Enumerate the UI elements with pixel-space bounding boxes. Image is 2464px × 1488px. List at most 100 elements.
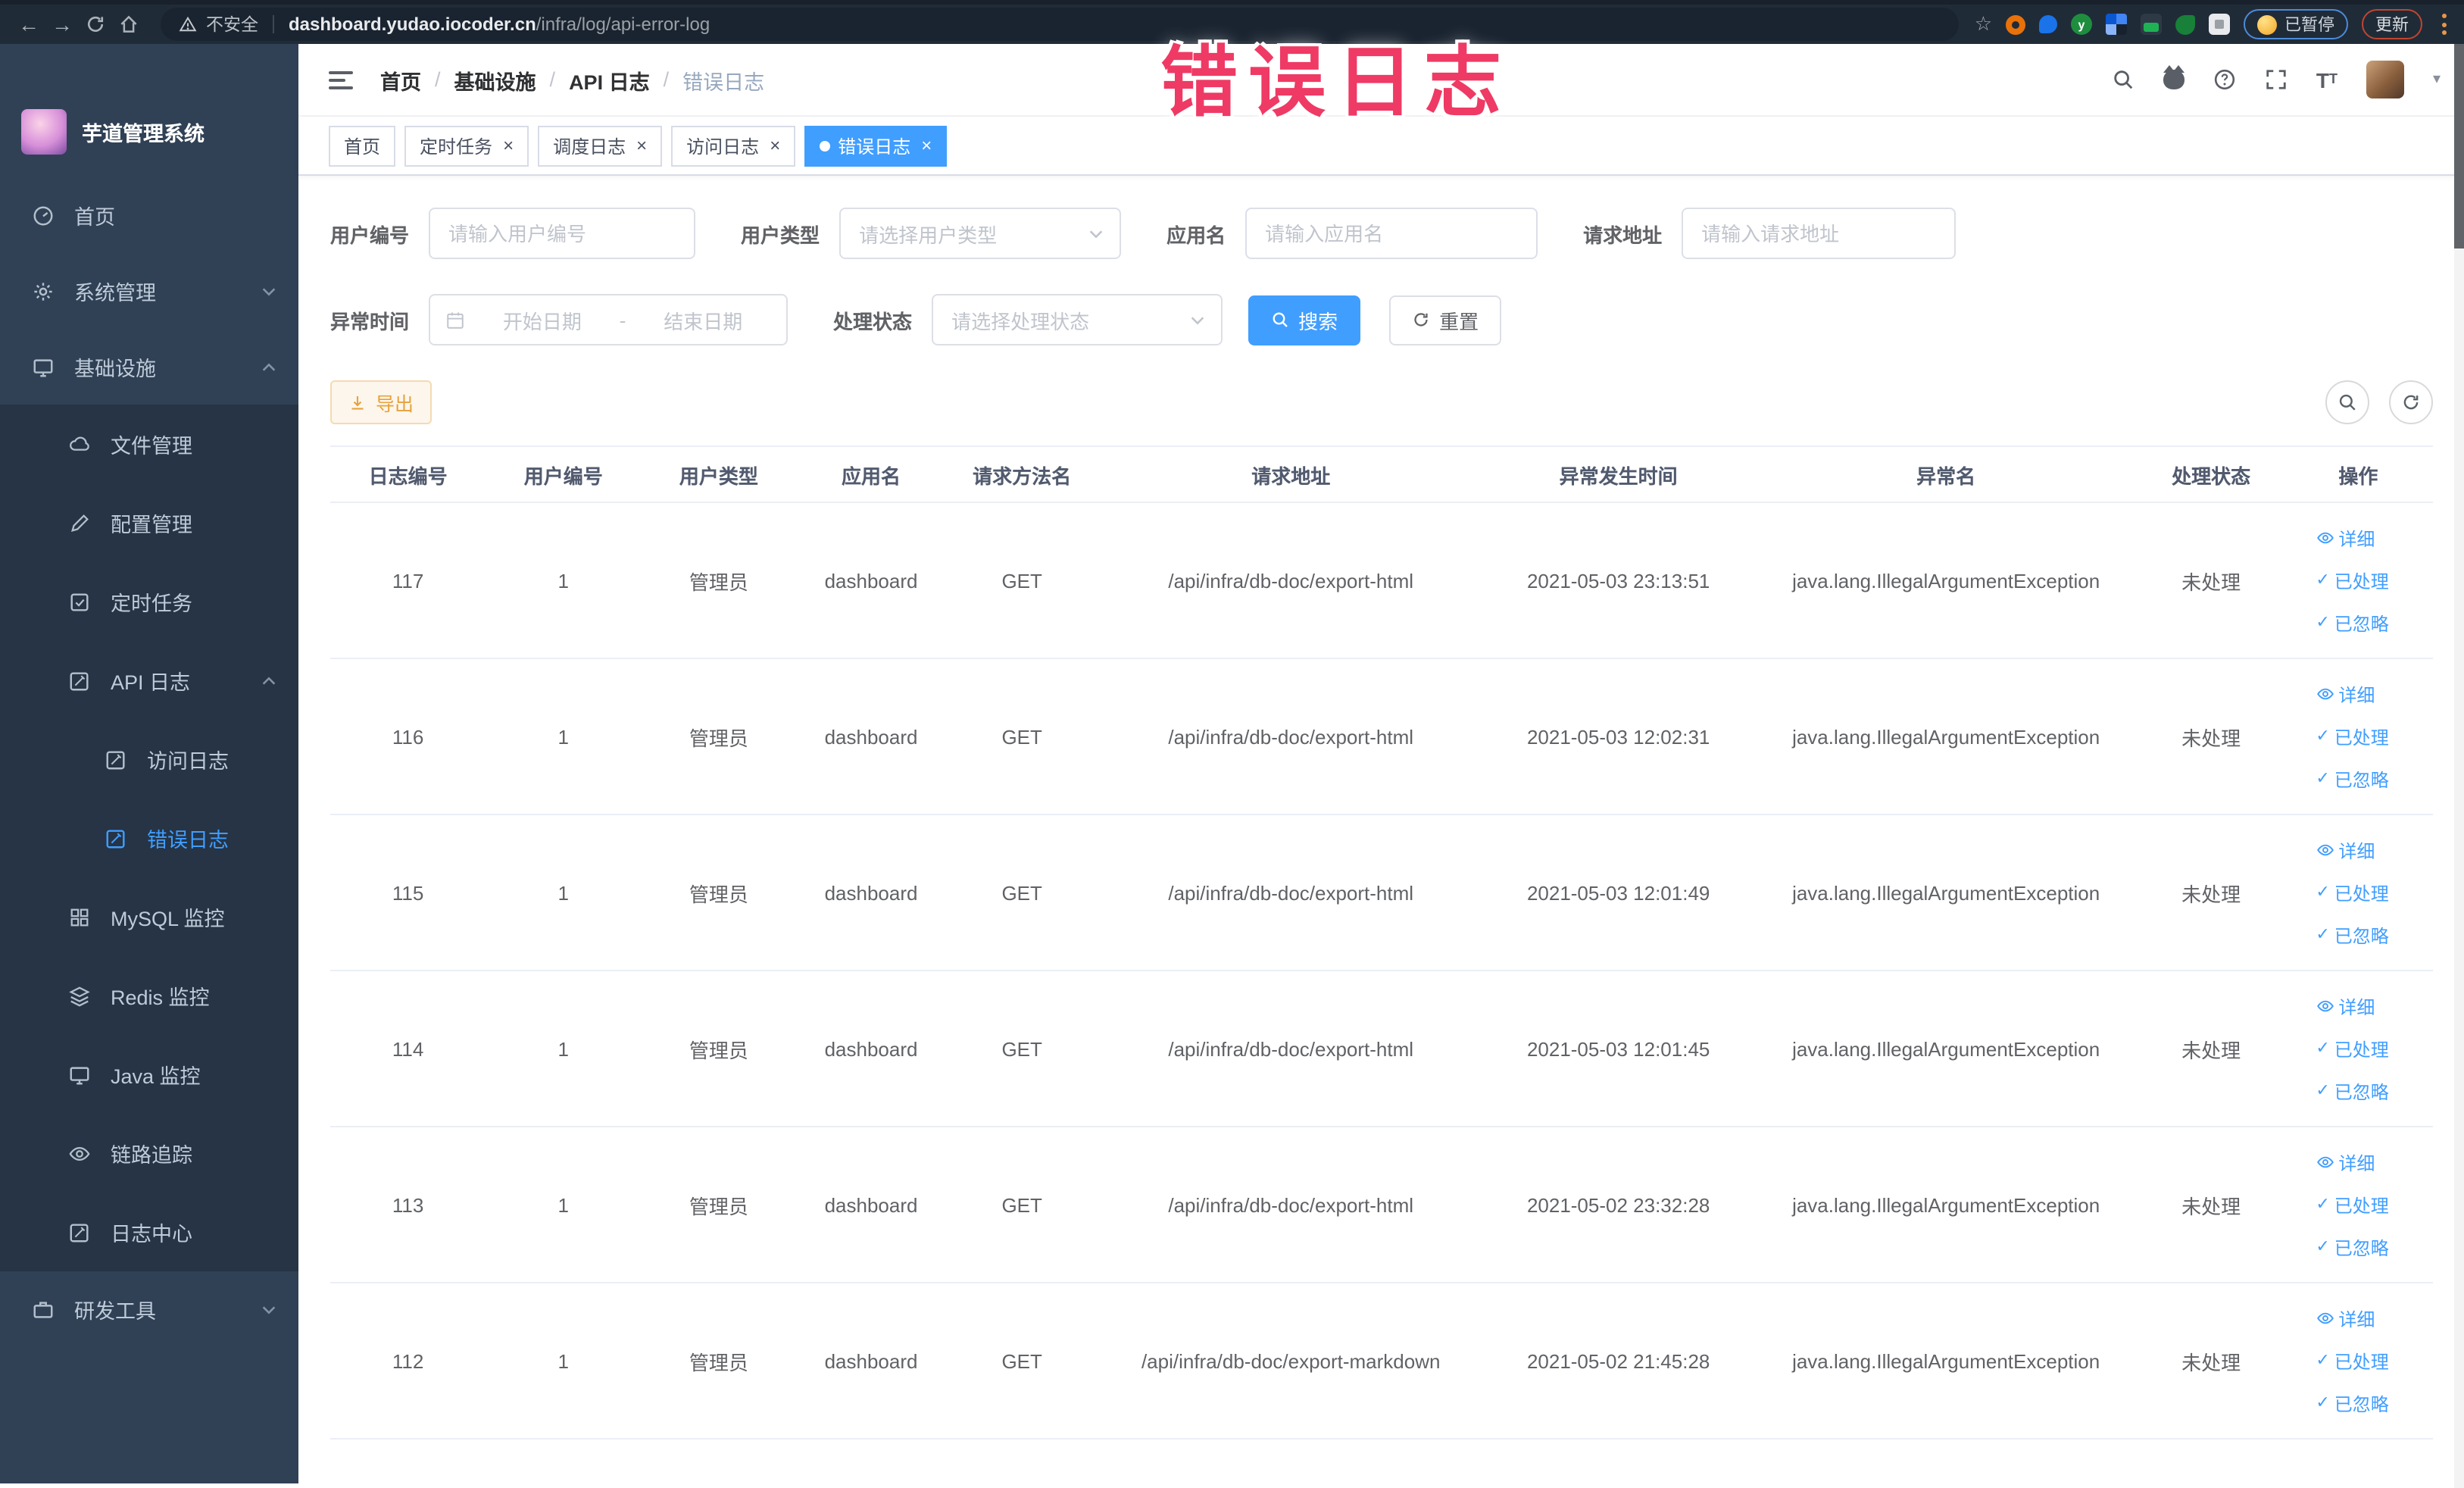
scrollbar-thumb[interactable] <box>2454 44 2464 249</box>
request-url-input[interactable] <box>1682 208 1957 259</box>
process-status-select[interactable]: 请选择处理状态 <box>932 294 1223 345</box>
mark-processed-link[interactable]: ✓ 已处理 <box>2316 567 2388 593</box>
extension-icon-leaf[interactable] <box>2175 14 2195 34</box>
sidebar-item-api-log[interactable]: API 日志 <box>0 641 298 720</box>
cell-exception-time: 2021-05-03 12:01:49 <box>1483 814 1754 971</box>
extension-icon-blue-drop[interactable] <box>2039 15 2057 33</box>
app-name-input[interactable] <box>1245 208 1538 259</box>
tab-access-log[interactable]: 访问日志 × <box>671 125 796 166</box>
close-icon[interactable]: × <box>921 136 932 155</box>
mark-ignored-link[interactable]: ✓ 已忽略 <box>2316 610 2388 636</box>
check-icon: ✓ <box>2316 571 2330 589</box>
sidebar-item-infrastructure[interactable]: 基础设施 <box>0 329 298 405</box>
cell-exception-time: 2021-05-02 21:45:28 <box>1483 1283 1754 1440</box>
close-icon[interactable]: × <box>770 136 780 155</box>
sidebar-item-dev-tools[interactable]: 研发工具 <box>0 1271 298 1347</box>
tab-timed-task[interactable]: 定时任务 × <box>404 125 529 166</box>
chevron-down-icon <box>261 1301 277 1318</box>
address-bar[interactable]: 不安全 dashboard.yudao.iocoder.cn/infra/log… <box>161 8 1960 41</box>
forward-icon[interactable]: → <box>45 6 79 42</box>
chrome-menu-icon[interactable] <box>2436 14 2453 35</box>
table-tools <box>2325 380 2433 424</box>
sidebar-item-home[interactable]: 首页 <box>0 177 298 253</box>
tab-error-log[interactable]: 错误日志 × <box>804 125 948 166</box>
avatar-caret-icon[interactable]: ▾ <box>2433 71 2441 88</box>
sidebar-item-redis-monitor[interactable]: Redis 监控 <box>0 956 298 1035</box>
close-icon[interactable]: × <box>636 136 647 155</box>
mark-ignored-link[interactable]: ✓ 已忽略 <box>2316 1078 2388 1104</box>
sidebar-item-config-management[interactable]: 配置管理 <box>0 483 298 562</box>
extension-icon-grid[interactable] <box>2106 14 2127 35</box>
mark-ignored-link[interactable]: ✓ 已忽略 <box>2316 766 2388 792</box>
sidebar-item-file-management[interactable]: 文件管理 <box>0 405 298 483</box>
mark-processed-link[interactable]: ✓ 已处理 <box>2316 724 2388 749</box>
user-avatar[interactable] <box>2366 61 2404 98</box>
detail-link[interactable]: 详细 <box>2316 1149 2375 1175</box>
github-icon[interactable] <box>2163 65 2184 89</box>
cell-exception-name: java.lang.IllegalArgumentException <box>1753 814 2139 971</box>
cell-app-name: dashboard <box>796 971 946 1127</box>
exception-time-range-picker[interactable]: 开始日期 - 结束日期 <box>429 294 789 345</box>
detail-link[interactable]: 详细 <box>2316 837 2375 863</box>
home-icon[interactable] <box>112 6 145 42</box>
sidebar-item-trace[interactable]: 链路追踪 <box>0 1114 298 1193</box>
scrollbar[interactable] <box>2454 44 2464 1488</box>
bookmark-star-icon[interactable]: ☆ <box>1975 12 1992 36</box>
mark-processed-link[interactable]: ✓ 已处理 <box>2316 880 2388 905</box>
download-icon <box>351 395 364 409</box>
sidebar-item-system-management[interactable]: 系统管理 <box>0 253 298 329</box>
mark-ignored-link[interactable]: ✓ 已忽略 <box>2316 1234 2388 1260</box>
user-id-input[interactable] <box>429 208 696 259</box>
sidebar-item-log-center[interactable]: 日志中心 <box>0 1193 298 1271</box>
search-button[interactable]: 搜索 <box>1248 295 1361 345</box>
extension-icon-green-y[interactable]: y <box>2071 14 2092 35</box>
extensions-puzzle-icon[interactable] <box>2209 14 2230 35</box>
reload-icon[interactable] <box>79 6 112 42</box>
search-icon[interactable] <box>2112 68 2135 91</box>
mark-ignored-link[interactable]: ✓ 已忽略 <box>2316 1390 2388 1416</box>
font-size-icon[interactable]: TT <box>2316 69 2338 90</box>
sidebar-item-scheduled-jobs[interactable]: 定时任务 <box>0 562 298 641</box>
tab-home[interactable]: 首页 <box>329 125 396 166</box>
table-row: 112 1 管理员 dashboard GET /api/infra/db-do… <box>330 1283 2433 1440</box>
detail-link[interactable]: 详细 <box>2316 993 2375 1019</box>
fullscreen-icon[interactable] <box>2265 68 2288 91</box>
export-button[interactable]: 导出 <box>330 380 433 424</box>
table-toolbar: 导出 <box>330 380 2433 424</box>
tab-schedule-log[interactable]: 调度日志 × <box>538 125 663 166</box>
refresh-table-button[interactable] <box>2389 380 2433 424</box>
sidebar-item-error-log[interactable]: 错误日志 <box>0 799 298 877</box>
toggle-search-button[interactable] <box>2325 380 2369 424</box>
mark-processed-link[interactable]: ✓ 已处理 <box>2316 1192 2388 1218</box>
sidebar-item-mysql-monitor[interactable]: MySQL 监控 <box>0 877 298 956</box>
help-icon[interactable] <box>2213 68 2236 91</box>
breadcrumb-item[interactable]: 基础设施 <box>454 64 536 95</box>
url-path: /infra/log/api-error-log <box>536 14 710 35</box>
mark-processed-link[interactable]: ✓ 已处理 <box>2316 1348 2388 1374</box>
detail-link[interactable]: 详细 <box>2316 1305 2375 1331</box>
breadcrumb-item[interactable]: API 日志 <box>569 64 650 95</box>
mark-processed-link[interactable]: ✓ 已处理 <box>2316 1036 2388 1061</box>
sidebar-toggle-icon[interactable] <box>329 70 353 89</box>
extension-icon-orange[interactable] <box>2006 14 2025 34</box>
cell-method: GET <box>945 971 1098 1127</box>
user-type-select[interactable]: 请选择用户类型 <box>839 208 1122 259</box>
edit-square-icon <box>67 669 92 692</box>
extension-icon-switch-on[interactable] <box>2141 14 2162 35</box>
sidebar-item-java-monitor[interactable]: Java 监控 <box>0 1035 298 1114</box>
cell-user-type: 管理员 <box>641 971 797 1127</box>
back-icon[interactable]: ← <box>12 6 45 42</box>
detail-link[interactable]: 详细 <box>2316 525 2375 551</box>
close-icon[interactable]: × <box>503 136 514 155</box>
profile-paused-chip[interactable]: 已暂停 <box>2244 9 2348 39</box>
check-icon: ✓ <box>2316 1195 2330 1213</box>
chrome-update-button[interactable]: 更新 <box>2362 9 2422 39</box>
reset-button[interactable]: 重置 <box>1389 295 1502 345</box>
breadcrumb-separator: / <box>549 68 556 91</box>
detail-link[interactable]: 详细 <box>2316 681 2375 707</box>
mark-ignored-link[interactable]: ✓ 已忽略 <box>2316 922 2388 948</box>
breadcrumb-item[interactable]: 首页 <box>380 64 421 95</box>
sidebar-item-access-log[interactable]: 访问日志 <box>0 720 298 799</box>
end-date-placeholder: 结束日期 <box>664 310 743 333</box>
app-logo[interactable]: 芋道管理系统 <box>0 44 298 177</box>
